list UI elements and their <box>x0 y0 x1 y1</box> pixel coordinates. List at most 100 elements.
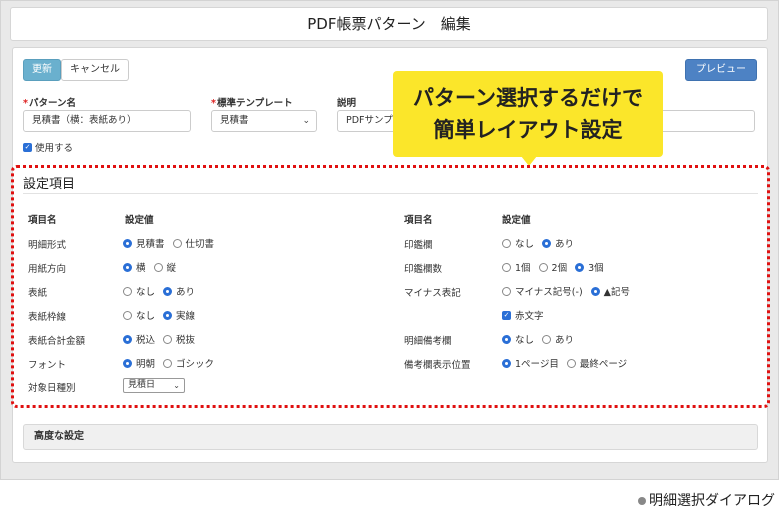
radio-selected-icon <box>502 358 511 368</box>
radio-label: ▲記号 <box>603 287 630 298</box>
radio-label: 最終ページ <box>579 359 628 370</box>
radio-empty-icon <box>153 262 163 272</box>
setting-options: 1ページ目 最終ページ <box>502 356 635 370</box>
setting-label: 印鑑欄 <box>404 240 433 251</box>
radio-empty-icon <box>163 334 173 344</box>
standard-template-select[interactable]: 見積書 ⌄ <box>211 110 317 132</box>
setting-label: 備考欄表示位置 <box>404 360 471 371</box>
radio-selected-icon <box>575 262 585 272</box>
setting-label: 明細形式 <box>28 240 67 251</box>
radio-option[interactable]: 3個 <box>575 260 604 274</box>
radio-selected-icon <box>123 238 132 248</box>
radio-option[interactable]: マイナス記号(-) <box>502 284 583 298</box>
left-col-item-header: 項目名 <box>28 215 57 226</box>
update-button[interactable]: 更新 <box>23 59 61 81</box>
dialog-title: PDF帳票パターン 編集 <box>10 7 768 41</box>
radio-selected-icon <box>590 286 600 296</box>
radio-selected-icon <box>123 358 132 368</box>
radio-option[interactable]: なし <box>502 236 534 250</box>
radio-label: 見積書 <box>136 239 165 250</box>
radio-selected-icon <box>163 286 173 296</box>
radio-option[interactable]: なし <box>123 284 155 298</box>
radio-option[interactable]: 2個 <box>538 260 568 274</box>
setting-label: 明細備考欄 <box>404 336 452 347</box>
radio-empty-icon <box>123 310 132 320</box>
setting-options: なし あり <box>502 332 582 346</box>
required-mark: * <box>211 98 216 109</box>
chevron-down-icon: ⌄ <box>173 381 180 390</box>
radio-option[interactable]: 最終ページ <box>566 356 628 370</box>
radio-label: あり <box>555 335 575 346</box>
standard-template-value: 見積書 <box>220 115 249 126</box>
radio-label: なし <box>515 239 535 250</box>
setting-options: なし 実線 <box>123 308 203 322</box>
radio-empty-icon <box>163 358 173 368</box>
radio-option[interactable]: あり <box>542 332 574 346</box>
radio-label: 税抜 <box>176 335 196 346</box>
caption-text: 明細選択ダイアログ <box>649 493 775 509</box>
radio-empty-icon <box>502 238 511 248</box>
radio-empty-icon <box>538 262 548 272</box>
checkbox-label: 赤文字 <box>515 311 544 322</box>
radio-empty-icon <box>566 358 576 368</box>
setting-label: 表紙 <box>28 288 48 299</box>
use-checkbox[interactable]: ✓ 使用する <box>23 140 73 154</box>
radio-option[interactable]: あり <box>542 236 574 250</box>
radio-label: あり <box>555 239 575 250</box>
pattern-name-label: *パターン名 <box>23 98 76 109</box>
radio-label: マイナス記号(-) <box>515 287 583 298</box>
radio-option[interactable]: あり <box>163 284 195 298</box>
cancel-button[interactable]: キャンセル <box>61 59 129 81</box>
radio-option[interactable]: 税込 <box>123 332 155 346</box>
setting-label: フォント <box>28 360 67 371</box>
advanced-settings-toggle[interactable]: 高度な設定 <box>23 424 758 450</box>
checkbox-checked-icon: ✓ <box>23 142 32 152</box>
setting-options: 1個 2個 3個 <box>502 260 612 274</box>
radio-label: 1個 <box>515 263 531 274</box>
settings-title: 設定項目 <box>23 177 76 192</box>
use-checkbox-label: 使用する <box>35 143 74 154</box>
radio-label: 実線 <box>176 311 196 322</box>
pattern-name-input[interactable]: 見積書（横：表紙あり） <box>23 110 191 132</box>
setting-options: 税込 税抜 <box>123 332 203 346</box>
radio-empty-icon <box>123 286 132 296</box>
radio-label: なし <box>136 311 156 322</box>
radio-option[interactable]: 実線 <box>163 308 195 322</box>
radio-option[interactable]: ▲記号 <box>590 284 630 298</box>
radio-label: なし <box>515 335 535 346</box>
radio-option[interactable]: 1個 <box>502 260 531 274</box>
radio-option[interactable]: 見積書 <box>123 236 165 250</box>
divider <box>23 193 758 194</box>
radio-empty-icon <box>542 334 552 344</box>
radio-label: あり <box>176 287 196 298</box>
radio-option[interactable]: 1ページ目 <box>502 356 559 370</box>
standard-template-label: *標準テンプレート <box>211 98 293 109</box>
radio-option[interactable]: ゴシック <box>163 356 214 370</box>
callout-line-2: 簡単レイアウト設定 <box>433 118 623 142</box>
setting-options: 見積書 仕切書 <box>123 236 222 250</box>
radio-label: 税込 <box>136 335 156 346</box>
setting-options: ✓ 赤文字 <box>502 308 552 322</box>
setting-label: 用紙方向 <box>28 264 67 275</box>
radio-option[interactable]: 横 <box>123 260 146 274</box>
radio-selected-icon <box>542 238 552 248</box>
target-date-select[interactable]: 見積日 ⌄ <box>123 378 185 393</box>
chevron-down-icon: ⌄ <box>302 116 310 126</box>
radio-label: 2個 <box>551 263 568 274</box>
radio-selected-icon <box>123 262 132 272</box>
radio-option[interactable]: 縦 <box>153 260 176 274</box>
radio-option[interactable]: なし <box>502 332 534 346</box>
radio-option[interactable]: 明朝 <box>123 356 155 370</box>
setting-options: なし あり <box>502 236 582 250</box>
description-label: 説明 <box>337 98 357 109</box>
red-text-checkbox[interactable]: ✓ 赤文字 <box>502 308 544 322</box>
radio-option[interactable]: 税抜 <box>163 332 195 346</box>
target-date-value: 見積日 <box>128 380 156 390</box>
target-date-label: 対象日種別 <box>28 383 76 394</box>
preview-button[interactable]: プレビュー <box>685 59 757 81</box>
setting-options: 明朝 ゴシック <box>123 356 222 370</box>
radio-option[interactable]: なし <box>123 308 155 322</box>
radio-label: 横 <box>136 263 146 274</box>
radio-option[interactable]: 仕切書 <box>172 236 214 250</box>
radio-empty-icon <box>172 238 182 248</box>
